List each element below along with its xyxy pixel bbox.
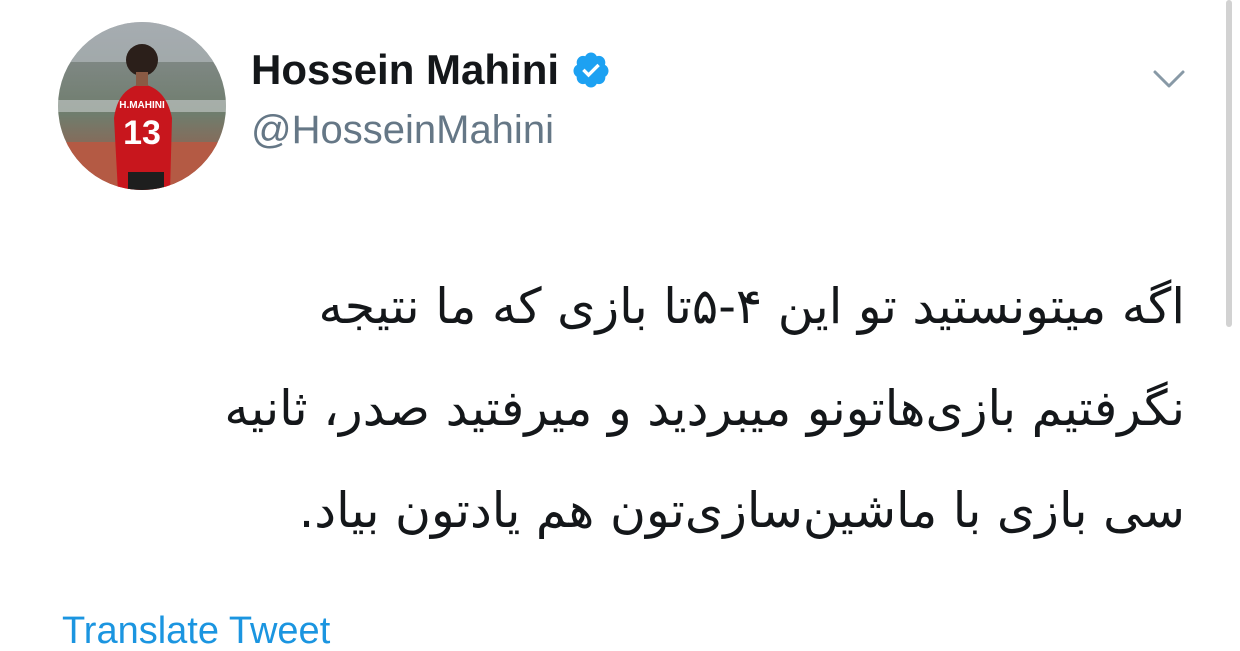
avatar[interactable]: H.MAHINI 13 — [58, 22, 226, 190]
tweet-text-line: سی بازی با ماشین‌سازی‌تون هم یادتون بیاد… — [298, 482, 1185, 539]
avatar-photo: H.MAHINI 13 — [58, 22, 226, 190]
author-handle[interactable]: @HosseinMahini — [251, 108, 554, 153]
scrollbar[interactable] — [1226, 0, 1232, 327]
tweet-text-line: نگرفتیم بازی‌هاتونو میبردید و میرفتید صد… — [224, 380, 1185, 437]
tweet-text-line: اگه میتونستید تو این ۴-۵تا بازی که ما نت… — [318, 278, 1185, 335]
author-display-name[interactable]: Hossein Mahini — [251, 46, 611, 94]
chevron-down-icon[interactable] — [1151, 64, 1187, 94]
display-name-text: Hossein Mahini — [251, 46, 560, 93]
translate-tweet-link[interactable]: Translate Tweet — [62, 610, 330, 651]
verified-badge-icon — [571, 50, 611, 90]
jersey-name: H.MAHINI — [119, 100, 165, 111]
tweet-card: H.MAHINI 13 Hossein Mahini @HosseinMahin… — [0, 0, 1240, 651]
tweet-text: اگه میتونستید تو این ۴-۵تا بازی که ما نت… — [60, 256, 1185, 562]
jersey-number: 13 — [123, 114, 161, 152]
